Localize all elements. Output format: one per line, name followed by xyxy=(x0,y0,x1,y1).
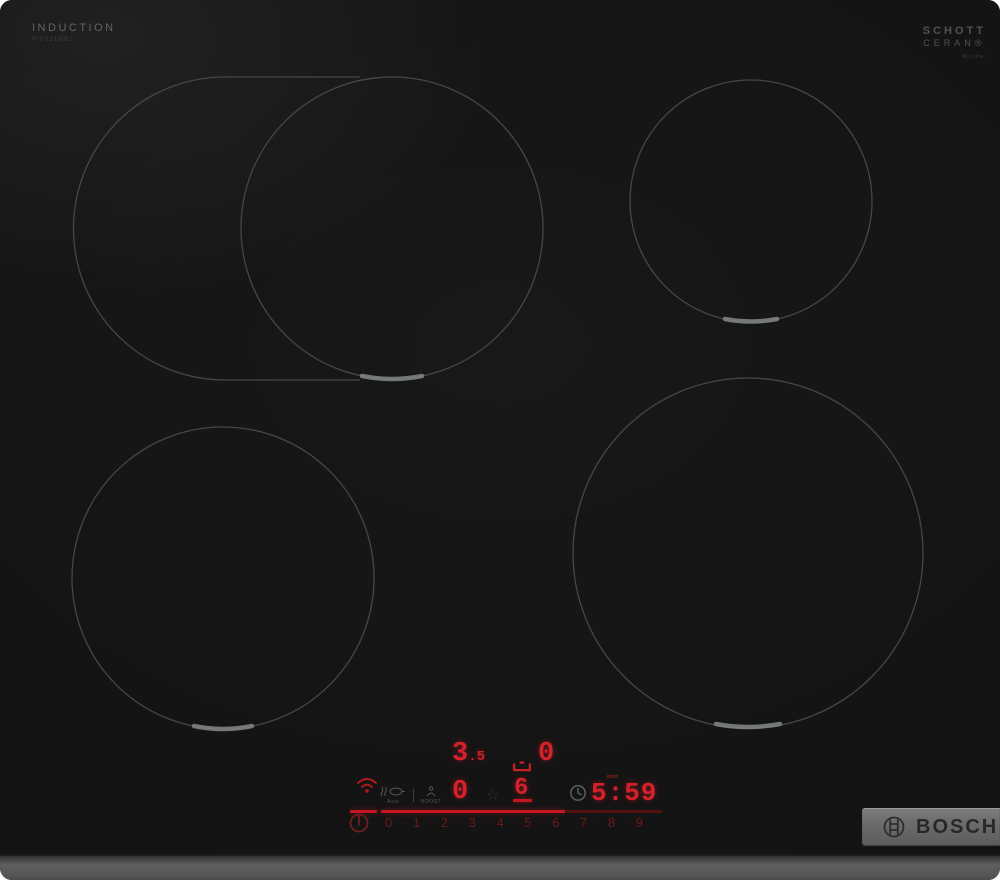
fry-assist-icon xyxy=(380,786,405,797)
pan-detected-icon xyxy=(513,761,531,772)
level-separator: · xyxy=(456,817,460,828)
product-photo: INDUCTION PIF631HB1 SCHOTT CERAN® Miradu… xyxy=(0,0,1000,882)
power-level-7[interactable]: 7 xyxy=(580,815,587,830)
zone-ring-rear-right xyxy=(629,79,873,323)
zone-display-front-right[interactable]: 6 xyxy=(514,777,528,801)
slider-active-track[interactable] xyxy=(381,810,565,813)
registered-mark: ® xyxy=(974,38,986,48)
cooking-zones-graphic xyxy=(71,76,924,732)
level-separator: · xyxy=(401,817,405,828)
zone-display-front-left[interactable]: 0 xyxy=(452,779,468,806)
level-separator: · xyxy=(540,817,544,828)
power-level-1[interactable]: 1 xyxy=(413,815,420,830)
schott-wordmark: SCHOTT xyxy=(922,25,986,37)
boost-key[interactable]: BOOST xyxy=(421,786,441,805)
level-separator: · xyxy=(512,817,516,828)
hob-branding: INDUCTION PIF631HB1 xyxy=(32,22,116,43)
model-number: PIF631HB1 xyxy=(32,37,74,43)
power-button[interactable] xyxy=(348,812,370,834)
level-separator: · xyxy=(596,817,600,828)
pan-mark-rear-right xyxy=(722,316,780,324)
schott-ceran-logo: SCHOTT CERAN® Miradur xyxy=(923,25,986,60)
timer-clock-icon[interactable] xyxy=(569,784,587,802)
power-level-6[interactable]: 6 xyxy=(552,815,559,830)
zone-ring-front-right xyxy=(572,377,924,729)
star-icon[interactable]: ☆ xyxy=(486,788,499,803)
pan-mark-front-right xyxy=(713,721,783,730)
level-separator: · xyxy=(484,817,488,828)
level-separator: · xyxy=(568,817,572,828)
induction-hob: INDUCTION PIF631HB1 SCHOTT CERAN® Miradu… xyxy=(0,0,1000,880)
decimal-point: . xyxy=(468,749,477,765)
bosch-wordmark: BOSCH xyxy=(916,815,999,838)
front-trim-strip xyxy=(0,854,1000,880)
power-level-5[interactable]: 5 xyxy=(524,815,531,830)
power-level-0[interactable]: 0 xyxy=(385,815,392,830)
zone-ring-front-left xyxy=(71,426,375,730)
pan-mark-front-left xyxy=(191,723,255,732)
assist-key[interactable]: Asst xyxy=(380,786,406,805)
power-level-2[interactable]: 2 xyxy=(441,815,448,830)
function-keys: Asst BOOST xyxy=(380,786,441,805)
power-level-8[interactable]: 8 xyxy=(608,815,615,830)
induction-label: INDUCTION xyxy=(32,22,116,34)
schott-subtext: Miradur xyxy=(962,54,986,60)
bosch-badge: BOSCH xyxy=(862,808,1000,846)
zone-ring-rear-center xyxy=(240,76,544,380)
ceran-wordmark: CERAN® xyxy=(923,38,986,48)
zone-ring-rear-left xyxy=(72,76,360,381)
power-icon xyxy=(349,813,369,833)
timer-display: 5:59 xyxy=(591,778,658,808)
power-level-3[interactable]: 3 xyxy=(469,815,476,830)
zone-display-rear-left[interactable]: 3.5 xyxy=(452,741,485,768)
level-separator: · xyxy=(623,817,627,828)
boost-icon xyxy=(426,786,436,797)
slider-inactive-track[interactable] xyxy=(565,810,662,813)
power-level-row[interactable]: 0 · 1 · 2 · 3 · 4 · 5 · 6 · 7 · 8 · 9 xyxy=(385,815,643,830)
bosch-armature-icon xyxy=(883,816,905,838)
level-separator: · xyxy=(428,817,432,828)
fraction-digit: 5 xyxy=(476,749,486,765)
boost-key-label: BOOST xyxy=(421,799,442,805)
assist-key-label: Asst xyxy=(387,799,399,805)
power-level-4[interactable]: 4 xyxy=(496,815,503,830)
power-level-9[interactable]: 9 xyxy=(636,815,643,830)
selected-zone-indicator xyxy=(513,799,532,802)
pan-mark-rear-center xyxy=(359,373,425,382)
wifi-icon xyxy=(357,778,377,793)
zone-display-rear-right[interactable]: 0 xyxy=(538,741,554,768)
key-divider xyxy=(413,789,414,802)
